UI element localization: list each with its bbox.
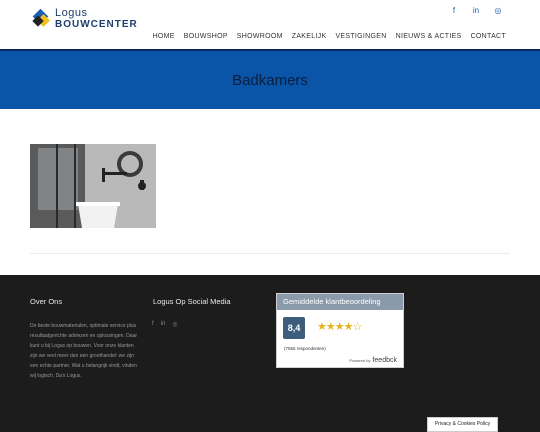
about-title: Over Ons bbox=[30, 297, 63, 306]
page-hero: Badkamers bbox=[0, 51, 540, 109]
feedback-brand-logo: feedbck bbox=[372, 357, 397, 364]
privacy-cookies-button[interactable]: Privacy & Cookies Policy bbox=[427, 417, 498, 432]
social-media-title: Logus Op Social Media bbox=[153, 297, 231, 306]
footer-social-links: f in ◎ bbox=[152, 321, 178, 328]
site-footer: Over Ons De beste bouwmaterialen, optima… bbox=[0, 275, 540, 432]
instagram-icon[interactable]: ◎ bbox=[494, 7, 502, 15]
header-social-links: f in ◎ bbox=[450, 7, 502, 15]
powered-by: Powered by feedbck bbox=[349, 357, 397, 364]
nav-zakelijk[interactable]: ZAKELIJK bbox=[292, 33, 327, 40]
instagram-icon[interactable]: ◎ bbox=[172, 321, 177, 328]
facebook-icon[interactable]: f bbox=[450, 7, 458, 15]
facebook-icon[interactable]: f bbox=[152, 321, 154, 328]
about-text: De beste bouwmaterialen, optimale servic… bbox=[30, 323, 138, 379]
nav-nieuws-acties[interactable]: NIEUWS & ACTIES bbox=[396, 33, 462, 40]
main-nav: HOME BOUWSHOP SHOWROOM ZAKELIJK VESTIGIN… bbox=[153, 33, 506, 40]
bathroom-image[interactable] bbox=[30, 144, 156, 228]
powered-by-label: Powered by bbox=[349, 358, 371, 363]
page: Logus BOUWCENTER f in ◎ HOME BOUWSHOP SH… bbox=[0, 0, 540, 432]
review-widget[interactable]: Gemiddelde klantbeoordeling 8,4 ★★★★☆ (7… bbox=[276, 293, 404, 368]
linkedin-icon[interactable]: in bbox=[472, 7, 480, 15]
rating-stars-icon: ★★★★☆ bbox=[317, 321, 362, 333]
logo-mark-icon bbox=[32, 8, 51, 28]
site-header: Logus BOUWCENTER f in ◎ HOME BOUWSHOP SH… bbox=[0, 0, 540, 50]
nav-showroom[interactable]: SHOWROOM bbox=[237, 33, 283, 40]
nav-home[interactable]: HOME bbox=[153, 33, 175, 40]
nav-vestigingen[interactable]: VESTIGINGEN bbox=[335, 33, 386, 40]
nav-contact[interactable]: CONTACT bbox=[471, 33, 506, 40]
review-widget-header: Gemiddelde klantbeoordeling bbox=[277, 294, 403, 310]
page-title: Badkamers bbox=[232, 71, 308, 89]
review-score: 8,4 bbox=[283, 317, 305, 339]
linkedin-icon[interactable]: in bbox=[161, 321, 166, 328]
nav-bouwshop[interactable]: BOUWSHOP bbox=[184, 33, 228, 40]
logo[interactable]: Logus BOUWCENTER bbox=[32, 6, 143, 32]
content-separator bbox=[30, 253, 510, 254]
logo-text-line1: Logus bbox=[55, 7, 88, 19]
respondent-count: (7555 respondenten) bbox=[284, 346, 326, 351]
logo-text-line2: BOUWCENTER bbox=[55, 19, 138, 30]
